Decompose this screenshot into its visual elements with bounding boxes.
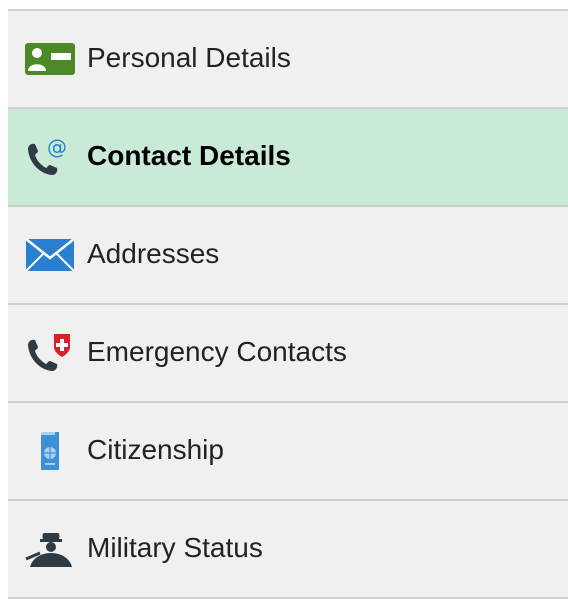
- id-card-icon: [24, 39, 76, 79]
- envelope-icon: [24, 235, 76, 275]
- phone-at-icon: @: [24, 135, 76, 177]
- svg-text:@: @: [47, 135, 67, 159]
- sidebar-item-military-status[interactable]: Military Status: [8, 501, 568, 599]
- sidebar-item-label: Addresses: [87, 237, 220, 269]
- passport-icon: [24, 431, 76, 471]
- soldier-icon: [24, 529, 76, 569]
- sidebar-item-emergency-contacts[interactable]: Emergency Contacts: [8, 305, 568, 403]
- sidebar-item-label: Personal Details: [87, 41, 291, 73]
- sidebar-item-contact-details[interactable]: @ Contact Details: [8, 109, 568, 207]
- sidebar-nav: Personal Details @ Contact Details Addre…: [8, 9, 568, 599]
- sidebar-item-personal-details[interactable]: Personal Details: [8, 11, 568, 109]
- sidebar-item-label: Contact Details: [87, 139, 291, 171]
- sidebar-item-label: Military Status: [87, 531, 263, 563]
- sidebar-item-citizenship[interactable]: Citizenship: [8, 403, 568, 501]
- sidebar-item-label: Citizenship: [87, 433, 224, 465]
- phone-medical-icon: [24, 333, 76, 373]
- sidebar-item-addresses[interactable]: Addresses: [8, 207, 568, 305]
- sidebar-item-label: Emergency Contacts: [87, 335, 347, 367]
